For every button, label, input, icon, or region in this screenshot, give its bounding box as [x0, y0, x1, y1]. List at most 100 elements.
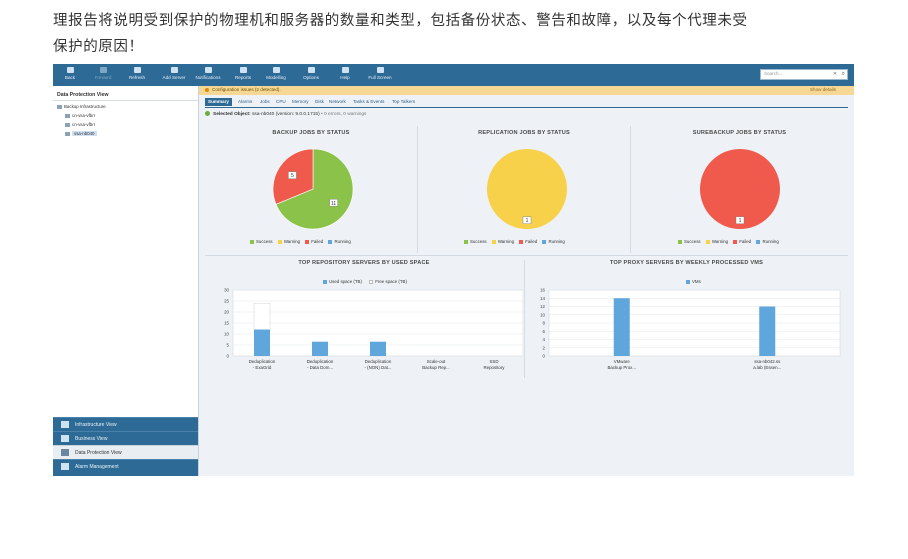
search-icon[interactable]: ⌕ [842, 71, 845, 78]
reports-icon [239, 67, 247, 73]
article-line-1: 理报告将说明受到保护的物理机和服务器的数量和类型，包括备份状态、警告和故障，以及… [53, 13, 748, 29]
pie-legend: Success Warning Failed Running [246, 239, 351, 244]
business-icon [61, 435, 69, 442]
tab-network[interactable]: Network [326, 98, 349, 106]
divider [630, 126, 631, 253]
back-button[interactable]: Back [53, 66, 87, 84]
legend-swatch [328, 239, 333, 244]
x-tick-label: Deduplication [307, 359, 334, 364]
legend-swatch [542, 239, 547, 244]
forward-icon [99, 67, 107, 73]
y-tick-label: 20 [224, 310, 229, 315]
y-tick-label: 14 [540, 296, 545, 301]
x-tick-label: Repository [484, 365, 506, 370]
legend-swatch [277, 239, 282, 244]
notifications-button[interactable]: Notifications [191, 66, 225, 84]
tab-disk[interactable]: Disk [312, 98, 327, 106]
tab-alarms[interactable]: Alarms [235, 98, 255, 106]
forward-button[interactable]: Forward [86, 66, 120, 84]
y-tick-label: 4 [543, 337, 546, 342]
nav-alarm-management[interactable]: Alarm Management [53, 459, 198, 476]
y-tick-label: 10 [224, 332, 229, 337]
x-tick-label: - (NON) Dat... [364, 365, 391, 370]
notifications-icon [204, 67, 212, 73]
server-icon [65, 122, 70, 127]
selected-object-info: Selected Object: ssa-nb040 (version: 9.0… [205, 111, 366, 117]
x-tick-label: ssa-nb042.ss [754, 359, 781, 364]
tree-item-selected-server[interactable]: ssa-nb040 [65, 131, 97, 136]
y-tick-label: 10 [540, 312, 545, 317]
modelling-icon [272, 67, 280, 73]
legend-swatch [686, 279, 690, 284]
search-input[interactable]: Search... ✕ ⌕ [760, 69, 848, 80]
refresh-button[interactable]: Refresh [120, 66, 154, 84]
chart-title: REPLICATION JOBS BY STATUS [478, 130, 570, 136]
add-server-button[interactable]: Add Server [157, 66, 191, 84]
y-tick-label: 12 [540, 304, 545, 309]
configuration-banner: Configuration issues (2 detected). Show … [199, 86, 854, 95]
legend-swatch [733, 239, 738, 244]
alarm-icon [61, 463, 69, 470]
free-space-bar [253, 303, 271, 330]
infrastructure-icon [61, 421, 69, 428]
legend-swatch [305, 239, 310, 244]
divider [53, 100, 198, 101]
bar-legend: VMs [680, 279, 701, 284]
repository-bar-chart: 051015202530Deduplication- ExaGridDedupl… [224, 288, 523, 370]
legend-swatch [756, 239, 761, 244]
show-details-link[interactable]: Show details [810, 87, 836, 92]
legend-swatch [323, 279, 327, 284]
y-tick-label: 15 [224, 321, 229, 326]
help-button[interactable]: Help [328, 66, 362, 84]
nav-data-protection-view[interactable]: Data Protection View [53, 445, 198, 459]
x-tick-label: Backup Rep... [422, 365, 450, 370]
backup-jobs-pie-chart: 11 5 [272, 148, 354, 230]
slice-label: 1 [526, 218, 529, 224]
clear-icon[interactable]: ✕ [833, 71, 837, 77]
legend-swatch [369, 279, 374, 284]
y-tick-label: 5 [227, 343, 230, 348]
slice-label: 11 [331, 201, 336, 207]
toolbar: Back Forward Refresh Add Server Notifica… [53, 64, 854, 86]
left-panel: Data Protection View Backup Infrastructu… [53, 86, 199, 476]
divider [417, 126, 418, 253]
modelling-button[interactable]: Modelling [259, 66, 293, 84]
y-tick-label: 2 [543, 345, 546, 350]
folder-icon [57, 104, 62, 109]
warning-icon [205, 87, 209, 92]
slice-label: 1 [739, 218, 742, 224]
nav-infrastructure-view[interactable]: Infrastructure View [53, 417, 198, 431]
y-tick-label: 6 [543, 329, 546, 334]
tab-tasks-events[interactable]: Tasks & Events [350, 98, 387, 106]
options-button[interactable]: Options [294, 66, 328, 84]
full-screen-icon [376, 67, 384, 73]
y-tick-label: 0 [543, 354, 546, 359]
nav-business-view[interactable]: Business View [53, 431, 198, 445]
legend-swatch [250, 239, 254, 244]
options-icon [307, 67, 315, 73]
legend-swatch [678, 239, 682, 244]
chart-title: TOP PROXY SERVERS BY WEEKLY PROCESSED VM… [609, 260, 764, 266]
divider [205, 255, 848, 256]
status-ok-icon [205, 111, 210, 116]
pie-legend: Success Warning Failed Running [674, 239, 779, 244]
used-space-bar [254, 329, 270, 356]
chart-title: TOP REPOSITORY SERVERS BY USED SPACE [298, 260, 430, 266]
x-tick-label: Deduplication [249, 359, 276, 364]
tree-item-backup-infrastructure[interactable]: Backup Infrastructure [57, 104, 106, 109]
tab-summary[interactable]: Summary [205, 98, 232, 106]
reports-button[interactable]: Reports [226, 66, 260, 84]
tree-item-server[interactable]: cn-vsa-vfbrr [65, 113, 95, 118]
tab-memory[interactable]: Memory [289, 98, 312, 106]
back-icon [66, 67, 74, 73]
data-protection-icon [61, 449, 69, 456]
tree-item-server[interactable]: cn-vsa-vfbrr [65, 122, 95, 127]
tab-top-talkers[interactable]: Top Talkers [389, 98, 418, 106]
x-tick-label: - ExaGrid [253, 365, 272, 370]
full-screen-button[interactable]: Full Screen [363, 66, 397, 84]
tab-jobs[interactable]: Jobs [257, 98, 273, 106]
x-tick-label: Deduplication [365, 359, 392, 364]
legend-swatch [464, 239, 468, 244]
tab-cpu[interactable]: CPU [273, 98, 289, 106]
x-tick-label: a.lab (Essen... [753, 365, 781, 370]
